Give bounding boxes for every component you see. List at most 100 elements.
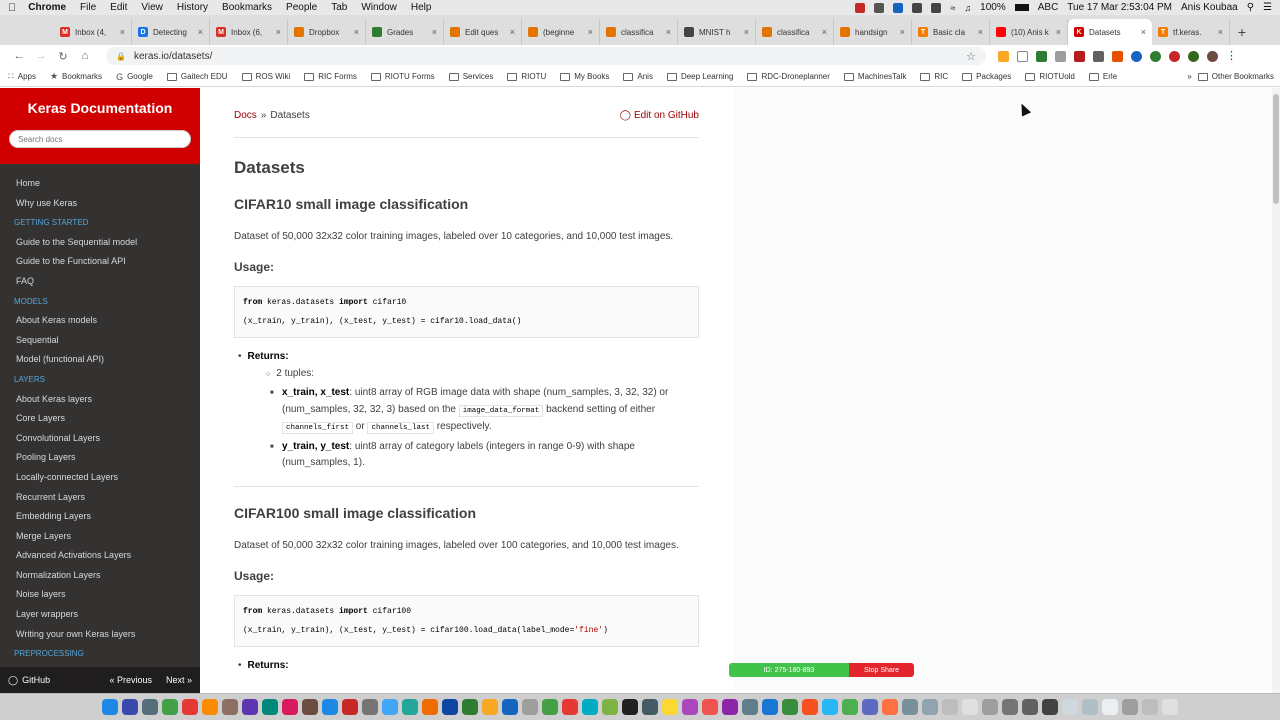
dock-app-icon[interactable] [702, 699, 718, 715]
menu-file[interactable]: File [80, 2, 96, 13]
tab-close-icon[interactable]: × [198, 27, 203, 37]
dock-app-icon[interactable] [222, 699, 238, 715]
extension-icon[interactable] [1131, 50, 1142, 62]
tab-close-icon[interactable]: × [1141, 27, 1146, 37]
tab-close-icon[interactable]: × [978, 27, 983, 37]
dock-app-icon[interactable] [982, 699, 998, 715]
battery-icon[interactable] [1014, 4, 1029, 11]
dock-app-icon[interactable] [1002, 699, 1018, 715]
dock-app-icon[interactable] [482, 699, 498, 715]
next-link[interactable]: Next » [166, 675, 192, 685]
dock-app-icon[interactable] [722, 699, 738, 715]
dock-app-icon[interactable] [382, 699, 398, 715]
dock-app-icon[interactable] [242, 699, 258, 715]
bookmark-item[interactable]: Erle [1088, 72, 1117, 81]
tab-close-icon[interactable]: × [1056, 27, 1061, 37]
tab-close-icon[interactable]: × [588, 27, 593, 37]
lock-icon[interactable]: 🔒 [116, 52, 126, 61]
bookmark-item[interactable]: RDC-Droneplanner [747, 72, 830, 81]
address-bar[interactable]: 🔒 keras.io/datasets/ ☆ [106, 47, 986, 65]
dock-app-icon[interactable] [262, 699, 278, 715]
dock-app-icon[interactable] [122, 699, 138, 715]
sidebar-nav-link[interactable]: About Keras models [0, 311, 200, 331]
dock-app-icon[interactable] [102, 699, 118, 715]
back-icon[interactable]: ← [8, 50, 30, 62]
browser-tab[interactable]: M Inbox (4, × [54, 19, 132, 45]
browser-tab[interactable]: T Basic cla × [912, 19, 990, 45]
page-scrollbar[interactable] [1272, 88, 1280, 693]
sidebar-nav-link[interactable]: Layer wrappers [0, 605, 200, 625]
wifi-icon[interactable]: ≈ [950, 3, 955, 13]
sidebar-nav-link[interactable]: Merge Layers [0, 527, 200, 547]
bookmark-star-icon[interactable]: ☆ [966, 50, 976, 63]
stop-share-button[interactable]: Stop Share [849, 663, 914, 677]
search-docs-input[interactable] [9, 130, 191, 148]
sidebar-nav-link[interactable]: Why use Keras [0, 194, 200, 214]
bookmark-item[interactable]: RIOTU [507, 72, 546, 81]
menu-people[interactable]: People [286, 2, 317, 13]
browser-tab[interactable]: handsign × [834, 19, 912, 45]
home-icon[interactable]: ⌂ [74, 50, 96, 62]
browser-tab[interactable]: M Inbox (6, × [210, 19, 288, 45]
dock-app-icon[interactable] [1022, 699, 1038, 715]
record-icon[interactable] [855, 2, 866, 13]
extension-icon[interactable] [1093, 50, 1104, 62]
forward-icon[interactable]: → [30, 50, 52, 62]
url-text[interactable]: keras.io/datasets/ [134, 51, 212, 62]
sidebar-nav-link[interactable]: Core Layers [0, 409, 200, 429]
bookmark-item[interactable]: ★ Bookmarks [50, 71, 102, 82]
extension-icon[interactable] [1188, 50, 1199, 62]
other-bookmarks-folder[interactable]: Other Bookmarks [1197, 72, 1274, 81]
dock-app-icon[interactable] [822, 699, 838, 715]
dock-app-icon[interactable] [922, 699, 938, 715]
sidebar-nav-link[interactable]: Guide to the Functional API [0, 252, 200, 272]
status-icon[interactable] [874, 2, 885, 13]
input-source[interactable]: ABC [1038, 2, 1059, 13]
dock-app-icon[interactable] [202, 699, 218, 715]
dock-app-icon[interactable] [1142, 699, 1158, 715]
dock-app-icon[interactable] [902, 699, 918, 715]
dock-app-icon[interactable] [942, 699, 958, 715]
sidebar-nav-link[interactable]: Guide to the Sequential model [0, 233, 200, 253]
browser-tab[interactable]: Grades × [366, 19, 444, 45]
edit-on-github-link[interactable]: ◯ Edit on GitHub [620, 110, 699, 121]
tab-close-icon[interactable]: × [822, 27, 827, 37]
dock-app-icon[interactable] [682, 699, 698, 715]
dock-app-icon[interactable] [522, 699, 538, 715]
menu-help[interactable]: Help [411, 2, 432, 13]
dock-app-icon[interactable] [862, 699, 878, 715]
spotlight-icon[interactable]: ⚲ [1247, 2, 1254, 13]
dock-app-icon[interactable] [882, 699, 898, 715]
sidebar-nav-link[interactable]: Advanced Activations Layers [0, 546, 200, 566]
extension-icon[interactable] [1074, 50, 1085, 62]
dock-app-icon[interactable] [422, 699, 438, 715]
dock-app-icon[interactable] [462, 699, 478, 715]
cifar100-code-block[interactable]: from keras.datasets import cifar100 (x_t… [234, 594, 699, 647]
dock-app-icon[interactable] [842, 699, 858, 715]
browser-tab[interactable]: (10) Anis k × [990, 19, 1068, 45]
notification-icon[interactable]: ☰ [1263, 2, 1272, 13]
user-name[interactable]: Anis Koubaa [1181, 2, 1238, 13]
dock-app-icon[interactable] [642, 699, 658, 715]
sidebar-nav-link[interactable]: Locally-connected Layers [0, 468, 200, 488]
dock-app-icon[interactable] [442, 699, 458, 715]
sidebar-nav-link[interactable]: Pooling Layers [0, 448, 200, 468]
sidebar-nav-link[interactable]: Convolutional Layers [0, 429, 200, 449]
battery-level[interactable]: 100% [980, 2, 1006, 13]
menu-bookmarks[interactable]: Bookmarks [222, 2, 272, 13]
menu-tab[interactable]: Tab [331, 2, 347, 13]
dock-app-icon[interactable] [1122, 699, 1138, 715]
browser-tab[interactable]: classifica × [756, 19, 834, 45]
bookmark-item[interactable]: Anis [623, 72, 653, 81]
bookmark-item[interactable]: MachinesTalk [843, 72, 906, 81]
bookmark-item[interactable]: RIOTU Forms [370, 72, 435, 81]
dock-app-icon[interactable] [562, 699, 578, 715]
tab-close-icon[interactable]: × [432, 27, 437, 37]
site-title[interactable]: Keras Documentation [0, 100, 200, 116]
scrollbar-thumb[interactable] [1273, 94, 1279, 204]
tab-close-icon[interactable]: × [120, 27, 125, 37]
browser-tab[interactable]: (beginne × [522, 19, 600, 45]
menu-history[interactable]: History [177, 2, 208, 13]
sidebar-nav-link[interactable]: Embedding Layers [0, 507, 200, 527]
new-tab-button[interactable]: + [1230, 19, 1254, 45]
